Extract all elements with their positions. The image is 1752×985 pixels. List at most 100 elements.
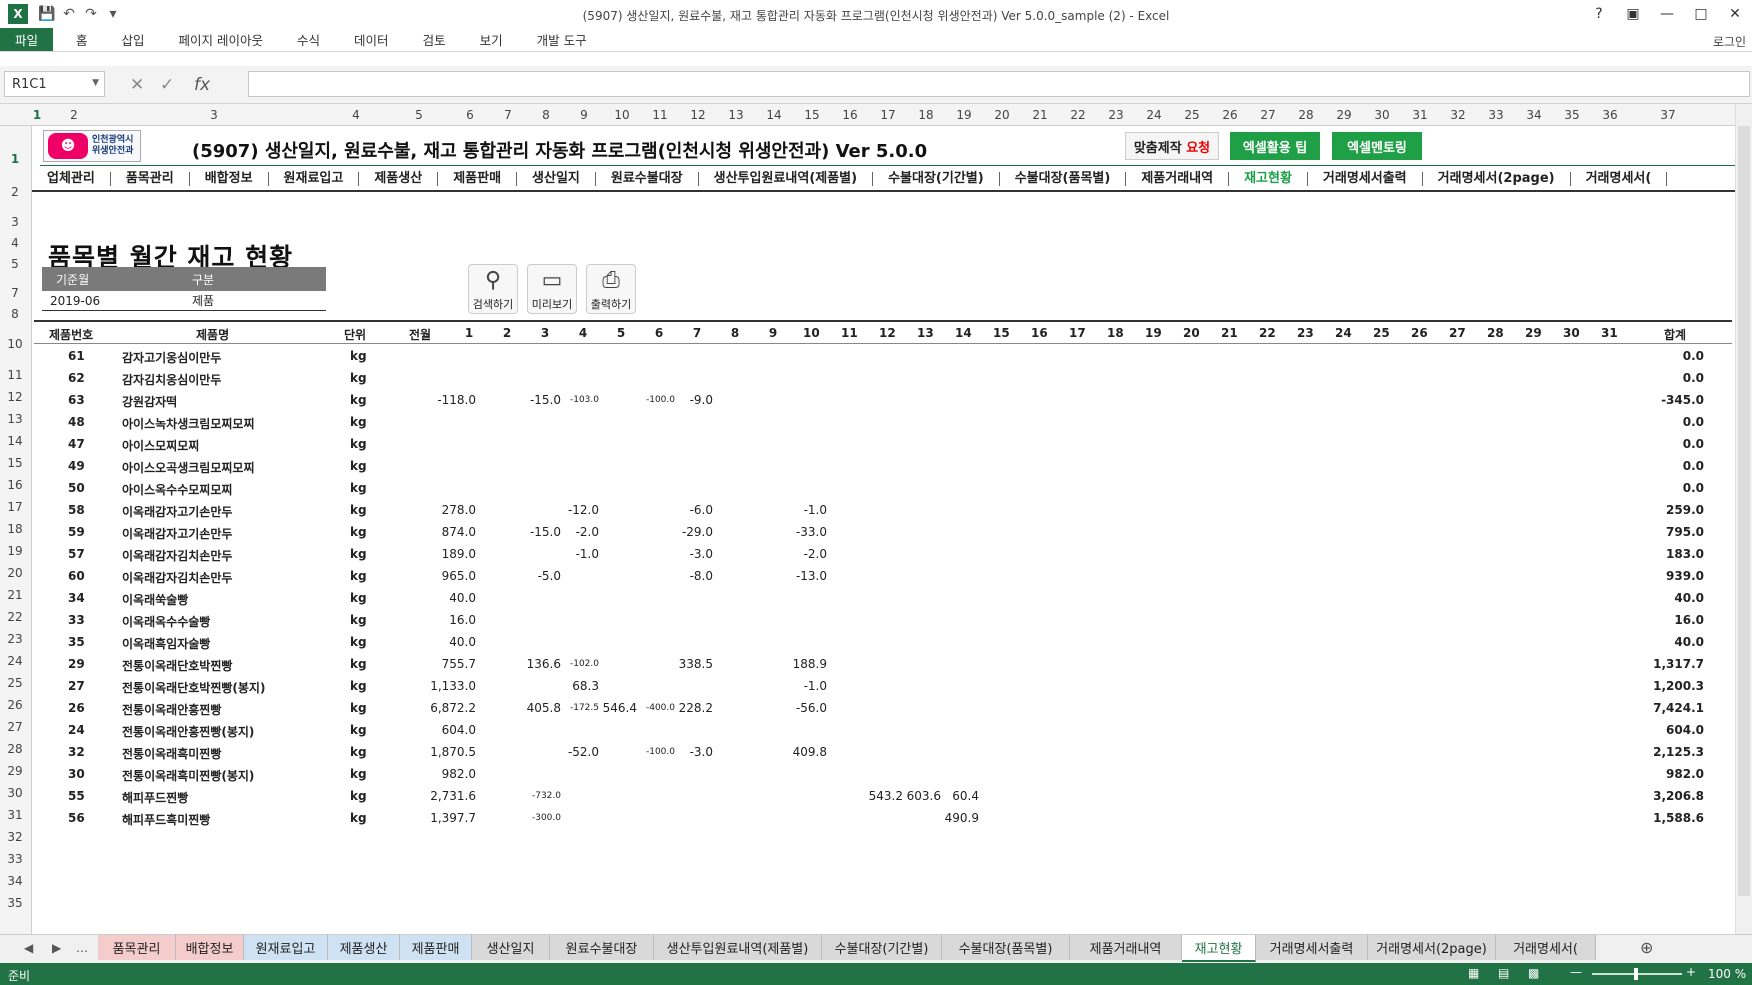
prev-sheet-icon[interactable]: ◀ <box>24 941 33 955</box>
nav-item[interactable]: 제품판매 <box>438 172 518 186</box>
column-header[interactable]: 13 <box>718 104 754 126</box>
table-row[interactable]: 26 전통이옥래안흥찐빵 kg 6,872.2 405.8 -172.5 546.4 -400… <box>34 697 1732 719</box>
type-value[interactable]: 제품 <box>192 292 214 309</box>
next-sheet-icon[interactable]: ▶ <box>52 941 61 955</box>
table-row[interactable]: 49 아이스오곡생크림모찌모찌 kg 0.0 <box>34 455 1732 477</box>
table-row[interactable]: 58 이옥래감자고기손만두 kg 278.0 -12.0 -6.0 -1.0 259.0 <box>34 499 1732 521</box>
row-header[interactable]: 21 <box>0 588 30 602</box>
column-header[interactable]: 29 <box>1326 104 1362 126</box>
save-icon[interactable]: 💾 <box>36 0 58 28</box>
table-row[interactable]: 62 감자김치옹심이만두 kg 0.0 <box>34 367 1732 389</box>
sheet-tab[interactable]: 거래명세서( <box>1496 935 1596 960</box>
worksheet[interactable]: 1 2 3 4 5 6 7 8 9 10 11 12 13 14 15 16 17 18 19 20 21 22 23 24 2… <box>0 104 1752 934</box>
column-header[interactable]: 17 <box>870 104 906 126</box>
column-header[interactable]: 7 <box>490 104 526 126</box>
product-name[interactable]: 강원감자떡 <box>122 393 177 410</box>
sheet-tab[interactable]: 거래명세서(2page) <box>1368 935 1496 960</box>
search-button[interactable]: ⚲ 검색하기 <box>468 264 518 314</box>
product-name[interactable]: 전통이옥래안흥찐빵(봉지) <box>122 723 254 740</box>
column-header[interactable]: 4 <box>338 104 374 126</box>
row-header[interactable]: 20 <box>0 566 30 580</box>
sheet-tab[interactable]: 거래명세서출력 <box>1256 935 1368 960</box>
row-header[interactable]: 14 <box>0 434 30 448</box>
scroll-thumb[interactable] <box>1738 126 1750 896</box>
row-header[interactable]: 15 <box>0 456 30 470</box>
column-header[interactable]: 25 <box>1174 104 1210 126</box>
nav-item[interactable]: 거래명세서( <box>1571 172 1668 186</box>
row-header[interactable]: 29 <box>0 764 30 778</box>
excel-tips-button[interactable]: 엑셀활용 팁 <box>1230 132 1320 160</box>
column-header[interactable]: 15 <box>794 104 830 126</box>
column-header[interactable]: 12 <box>680 104 716 126</box>
print-button[interactable]: ⎙ 출력하기 <box>586 264 636 314</box>
normal-view-icon[interactable]: ▦ <box>1468 966 1479 980</box>
table-row[interactable]: 61 감자고기옹심이만두 kg 0.0 <box>34 345 1732 367</box>
column-header[interactable]: 6 <box>452 104 488 126</box>
row-header[interactable]: 32 <box>0 830 30 844</box>
table-row[interactable]: 59 이옥래감자고기손만두 kg 874.0 -15.0 -2.0 -29.0 -33.0 79… <box>34 521 1732 543</box>
table-row[interactable]: 56 해피푸드흑미찐빵 kg 1,397.7 -300.0 490.9 1,588.6 <box>34 807 1732 829</box>
column-header[interactable]: 26 <box>1212 104 1248 126</box>
column-header[interactable]: 35 <box>1554 104 1590 126</box>
page-break-icon[interactable]: ▩ <box>1528 966 1539 980</box>
column-header[interactable]: 21 <box>1022 104 1058 126</box>
column-header[interactable]: 11 <box>642 104 678 126</box>
column-header[interactable]: 19 <box>946 104 982 126</box>
product-name[interactable]: 감자김치옹심이만두 <box>122 371 221 388</box>
ribbon-tab[interactable]: 홈 <box>59 28 105 51</box>
product-name[interactable]: 전통이옥래안흥찐빵 <box>122 701 221 718</box>
column-header[interactable]: 2 <box>56 104 92 126</box>
table-row[interactable]: 30 전통이옥래흑미찐빵(봉지) kg 982.0 982.0 <box>34 763 1732 785</box>
add-sheet-icon[interactable]: ⊕ <box>1640 938 1653 957</box>
row-header[interactable]: 12 <box>0 390 30 404</box>
nav-item[interactable]: 생산투입원료내역(제품별) <box>699 172 874 186</box>
column-header[interactable]: 1 <box>19 104 55 126</box>
table-row[interactable]: 34 이옥래쑥술빵 kg 40.0 40.0 <box>34 587 1732 609</box>
row-header[interactable]: 30 <box>0 786 30 800</box>
ribbon-tab[interactable]: 개발 도구 <box>520 28 604 51</box>
row-header[interactable]: 25 <box>0 676 30 690</box>
table-row[interactable]: 32 전통이옥래흑미찐빵 kg 1,870.5 -52.0 -100.0 -3.0 409.8… <box>34 741 1732 763</box>
table-row[interactable]: 50 아이스옥수수모찌모찌 kg 0.0 <box>34 477 1732 499</box>
column-header[interactable]: 30 <box>1364 104 1400 126</box>
row-header[interactable]: 16 <box>0 478 30 492</box>
ribbon-tab[interactable]: 수식 <box>280 28 337 51</box>
name-box[interactable]: R1C1 ▼ <box>4 71 105 97</box>
ribbon-tab[interactable]: 데이터 <box>337 28 406 51</box>
row-header[interactable]: 26 <box>0 698 30 712</box>
sheet-tab[interactable]: 제품거래내역 <box>1070 935 1182 960</box>
sheet-tab[interactable]: 수불대장(기간별) <box>822 935 942 960</box>
nav-item[interactable]: 업체관리 <box>32 172 111 186</box>
table-row[interactable]: 63 강원감자떡 kg -118.0 -15.0 -103.0 -100.0 -9.0 -345… <box>34 389 1732 411</box>
column-header[interactable]: 27 <box>1250 104 1286 126</box>
nav-item[interactable]: 제품거래내역 <box>1126 172 1230 186</box>
column-header[interactable]: 10 <box>604 104 640 126</box>
month-value[interactable]: 2019-06 <box>42 294 192 308</box>
product-name[interactable]: 이옥래옥수수술빵 <box>122 613 210 630</box>
product-name[interactable]: 전통이옥래흑미찐빵(봉지) <box>122 767 254 784</box>
column-header[interactable]: 33 <box>1478 104 1514 126</box>
nav-item[interactable]: 배합정보 <box>190 172 269 186</box>
sheet-tab[interactable]: 생산투입원료내역(제품별) <box>654 935 822 960</box>
sheet-tab[interactable]: 배합정보 <box>176 935 244 960</box>
column-header[interactable]: 14 <box>756 104 792 126</box>
sheet-tab[interactable]: 제품생산 <box>328 935 400 960</box>
more-sheets-icon[interactable]: … <box>76 941 88 955</box>
row-header[interactable]: 5 <box>0 257 30 271</box>
row-header[interactable]: 24 <box>0 654 30 668</box>
sheet-tab[interactable]: 제품판매 <box>400 935 472 960</box>
ribbon-display-icon[interactable]: ▣ <box>1616 0 1650 28</box>
row-header[interactable]: 4 <box>0 236 30 250</box>
insert-function-icon[interactable]: fx <box>194 75 210 95</box>
column-header[interactable]: 3 <box>196 104 232 126</box>
table-row[interactable]: 29 전통이옥래단호박찐빵 kg 755.7 136.6 -102.0 338.5 188.9… <box>34 653 1732 675</box>
column-header[interactable]: 23 <box>1098 104 1134 126</box>
product-name[interactable]: 아이스녹차생크림모찌모찌 <box>122 415 254 432</box>
product-name[interactable]: 이옥래감자김치손만두 <box>122 569 232 586</box>
close-icon[interactable]: ✕ <box>1718 0 1752 28</box>
row-header[interactable]: 23 <box>0 632 30 646</box>
nav-item[interactable]: 생산일지 <box>517 172 596 186</box>
column-header[interactable]: 8 <box>528 104 564 126</box>
row-header[interactable]: 1 <box>0 152 30 166</box>
preview-button[interactable]: ▭ 미리보기 <box>527 264 577 314</box>
